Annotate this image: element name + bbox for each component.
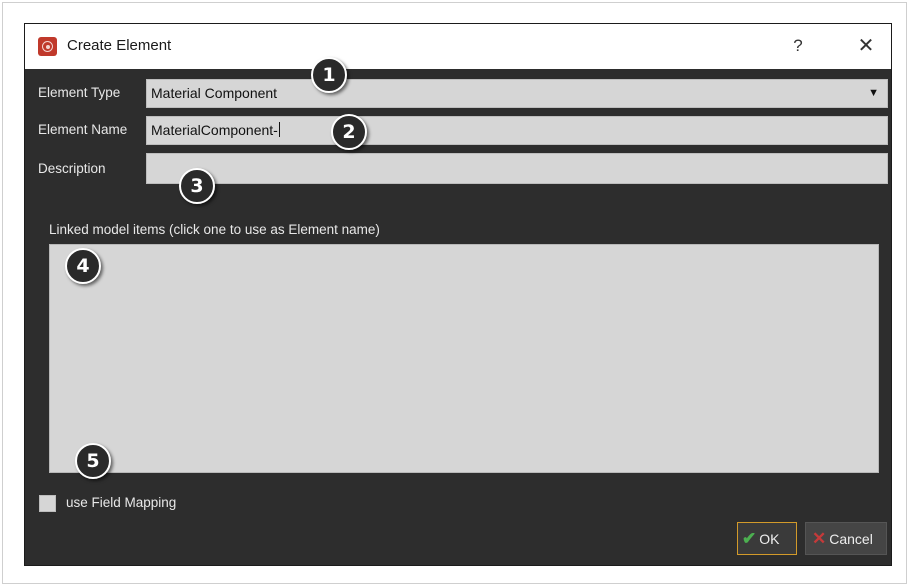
linked-items-label: Linked model items (click one to use as … (49, 222, 380, 237)
cancel-label: Cancel (829, 531, 873, 547)
description-label: Description (38, 161, 106, 176)
callout-1: 1 (311, 57, 347, 93)
cancel-button[interactable]: ✕ Cancel (805, 522, 887, 555)
text-caret (278, 122, 280, 137)
chevron-down-icon: ▼ (868, 87, 879, 99)
close-button[interactable]: ✕ (853, 33, 879, 59)
x-icon: ✕ (812, 529, 827, 548)
ok-label: OK (759, 531, 780, 547)
element-type-label: Element Type (38, 85, 121, 100)
field-mapping-label: use Field Mapping (66, 495, 177, 510)
element-name-label: Element Name (38, 122, 128, 137)
callout-2: 2 (331, 114, 367, 150)
app-logo-icon (38, 37, 57, 56)
element-type-value: Material Component (151, 85, 278, 101)
dialog-titlebar: Create Element ? ✕ (25, 24, 891, 69)
ok-button[interactable]: ✔ OK (737, 522, 797, 555)
help-button[interactable]: ? (787, 33, 809, 59)
callout-5: 5 (75, 443, 111, 479)
element-type-select[interactable]: Material Component ▼ (146, 79, 888, 108)
create-element-dialog: Create Element ? ✕ Element Type Material… (24, 23, 892, 566)
linked-items-list[interactable] (49, 244, 879, 473)
element-name-value: MaterialComponent- (151, 122, 278, 138)
callout-4: 4 (65, 248, 101, 284)
callout-3: 3 (179, 168, 215, 204)
description-input[interactable] (146, 153, 888, 184)
checkmark-icon: ✔ (742, 529, 757, 548)
dialog-title: Create Element (67, 37, 172, 54)
element-name-input[interactable]: MaterialComponent- (146, 116, 888, 145)
field-mapping-checkbox[interactable] (39, 495, 56, 512)
